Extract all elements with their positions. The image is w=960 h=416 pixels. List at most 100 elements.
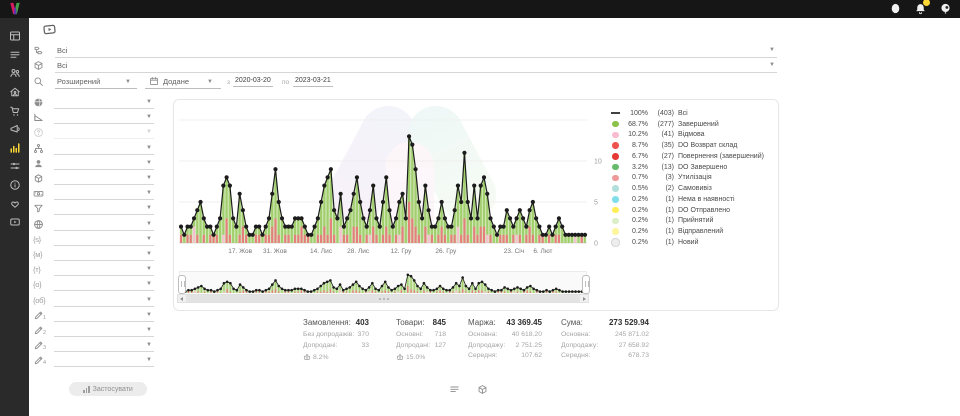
- alerts-icon[interactable]: [939, 2, 952, 15]
- chart-scrollbar[interactable]: [177, 294, 589, 303]
- filter-row-var-t[interactable]: {т}▼: [29, 263, 165, 278]
- filter-row-banknote[interactable]: ▼: [29, 187, 165, 202]
- sidebar-item-tutorials[interactable]: [0, 213, 29, 232]
- sidebar-item-support[interactable]: [0, 194, 29, 213]
- legend-percent: 0.2%: [623, 228, 648, 235]
- legend-item[interactable]: 8.7%(35)DO Возврат склад: [611, 140, 777, 151]
- filter-row-globe-dark[interactable]: ▼: [29, 96, 165, 111]
- date-from-input[interactable]: 2020-03-20: [233, 77, 273, 87]
- legend-item[interactable]: 100%(403)Всі: [611, 108, 777, 119]
- globe-icon: [33, 219, 44, 230]
- search-mode-select[interactable]: Розширений: [57, 77, 100, 86]
- sidebar-item-cart[interactable]: [0, 101, 29, 120]
- scrollbar-thumb[interactable]: [186, 295, 580, 302]
- stat-sub-value: 127: [435, 342, 446, 353]
- legend-item[interactable]: 68.7%(277)Завершений: [611, 119, 777, 130]
- legend-item[interactable]: 0.2%(1)DO Отправлено: [611, 205, 777, 216]
- legend-percent: 0.2%: [623, 239, 648, 246]
- legend-item[interactable]: 6.7%(27)Повернення (завершений): [611, 151, 777, 162]
- stat-sub-value: 370: [358, 331, 369, 342]
- chevron-down-icon: ▼: [146, 236, 152, 242]
- legend-count: (1): [648, 217, 674, 224]
- chevron-down-icon: ▼: [146, 99, 152, 105]
- range-handle-right[interactable]: [582, 275, 590, 294]
- filter-row-funnel[interactable]: ▼: [29, 202, 165, 217]
- basket-percent: 8.2%: [313, 354, 329, 361]
- brand-logo-icon[interactable]: [7, 1, 23, 16]
- filter-row-var-o[interactable]: {о}▼: [29, 278, 165, 293]
- stat-sub-label: Середня:: [468, 352, 497, 363]
- apply-button[interactable]: Застосувати: [69, 382, 147, 396]
- source-filter-row[interactable]: Всі ▼: [29, 45, 789, 60]
- stat-sub-label: Основна:: [468, 331, 497, 342]
- product-filter-row[interactable]: Всі ▼: [29, 60, 789, 75]
- chevron-down-icon: ▼: [146, 129, 152, 135]
- legend-item[interactable]: 0.2%(1)Прийнятий: [611, 216, 777, 227]
- legend-item[interactable]: 0.7%(3)Утилізація: [611, 173, 777, 184]
- legend-item[interactable]: 0.2%(1)Нема в наявності: [611, 194, 777, 205]
- hierarchy-icon: [33, 143, 44, 154]
- list-view-icon[interactable]: [449, 384, 460, 395]
- chart-icon: [9, 142, 21, 154]
- filter-row-ramp[interactable]: ▼: [29, 111, 165, 126]
- filter-row-var-ob[interactable]: {об}▼: [29, 294, 165, 309]
- legend-marker-icon: [611, 238, 620, 247]
- scroll-right-icon[interactable]: [583, 297, 586, 301]
- filter-row-help[interactable]: ▼: [29, 126, 165, 141]
- stat-sub-value: 678.73: [628, 352, 649, 363]
- legend-item[interactable]: 3.2%(13)DO Завершено: [611, 162, 777, 173]
- sidebar-rail: [0, 18, 29, 416]
- legend-item[interactable]: 0.2%(1)Новий: [611, 237, 777, 248]
- basket-icon: [303, 353, 311, 361]
- legend-percent: 100%: [623, 110, 648, 117]
- search-icon[interactable]: [33, 76, 44, 87]
- chevron-down-icon: ▼: [146, 251, 152, 257]
- filter-row-var-m[interactable]: {м}▼: [29, 248, 165, 263]
- stat-sub-label: Допродажу:: [561, 342, 598, 353]
- sidebar-item-orders[interactable]: [0, 46, 29, 65]
- from-label: з: [227, 79, 230, 86]
- legend-marker-icon: [611, 142, 620, 149]
- sidebar-item-customers[interactable]: [0, 64, 29, 83]
- notifications-bell-icon[interactable]: [914, 2, 927, 15]
- legend-label: DO Возврат склад: [678, 142, 737, 149]
- avatar-icon[interactable]: [889, 2, 902, 15]
- scroll-left-icon[interactable]: [180, 297, 183, 301]
- date-field-select[interactable]: Додане: [163, 77, 189, 86]
- analytics-dashboard: Застосувати ▼▼▼▼▼▼▼▼▼{s}▼{м}▼{т}▼{о}▼{об…: [0, 0, 960, 416]
- product-filter-value: Всі: [57, 61, 67, 70]
- products-view-icon[interactable]: [477, 384, 488, 395]
- sidebar-item-dashboard[interactable]: [0, 27, 29, 46]
- filter-row-globe[interactable]: ▼: [29, 218, 165, 233]
- orders-chart[interactable]: 0510: [179, 104, 611, 250]
- legend-item[interactable]: 10.2%(41)Відмова: [611, 130, 777, 141]
- chevron-down-icon: ▼: [146, 114, 152, 120]
- legend-label: Повернення (завершений): [678, 153, 764, 160]
- sidebar-item-info[interactable]: [0, 176, 29, 195]
- date-to-input[interactable]: 2023-03-21: [293, 77, 333, 87]
- sidebar-item-analytics[interactable]: [0, 139, 29, 158]
- chevron-down-icon: ▼: [146, 160, 152, 166]
- filter-row-box[interactable]: ▼: [29, 172, 165, 187]
- filter-row-hierarchy[interactable]: ▼: [29, 142, 165, 157]
- globe-dark-icon: [33, 97, 44, 108]
- legend-item[interactable]: 0.5%(2)Самовивіз: [611, 183, 777, 194]
- package-icon: [33, 60, 44, 71]
- sidebar-item-integrations[interactable]: [0, 157, 29, 176]
- search-filter-row: Розширений ▼ Додане ▼ з 2020-03-20 по 20…: [29, 76, 789, 91]
- legend-percent: 10.2%: [623, 131, 648, 138]
- notification-badge: [923, 0, 930, 6]
- legend-label: Завершений: [678, 121, 719, 128]
- stat-title: Маржа:: [468, 318, 496, 331]
- megaphone-icon: [9, 123, 21, 135]
- sidebar-item-marketing[interactable]: [0, 120, 29, 139]
- legend-item[interactable]: 0.2%(1)Відправлений: [611, 226, 777, 237]
- sidebar-item-store[interactable]: [0, 83, 29, 102]
- stat-sub-value: 40 618.20: [512, 331, 542, 342]
- filter-row-var-s[interactable]: {s}▼: [29, 233, 165, 248]
- legend-count: (403): [648, 110, 674, 117]
- filter-row-person[interactable]: ▼: [29, 157, 165, 172]
- range-handle-left[interactable]: [178, 275, 186, 294]
- box-icon: [33, 173, 44, 184]
- chevron-down-icon: ▼: [146, 297, 152, 303]
